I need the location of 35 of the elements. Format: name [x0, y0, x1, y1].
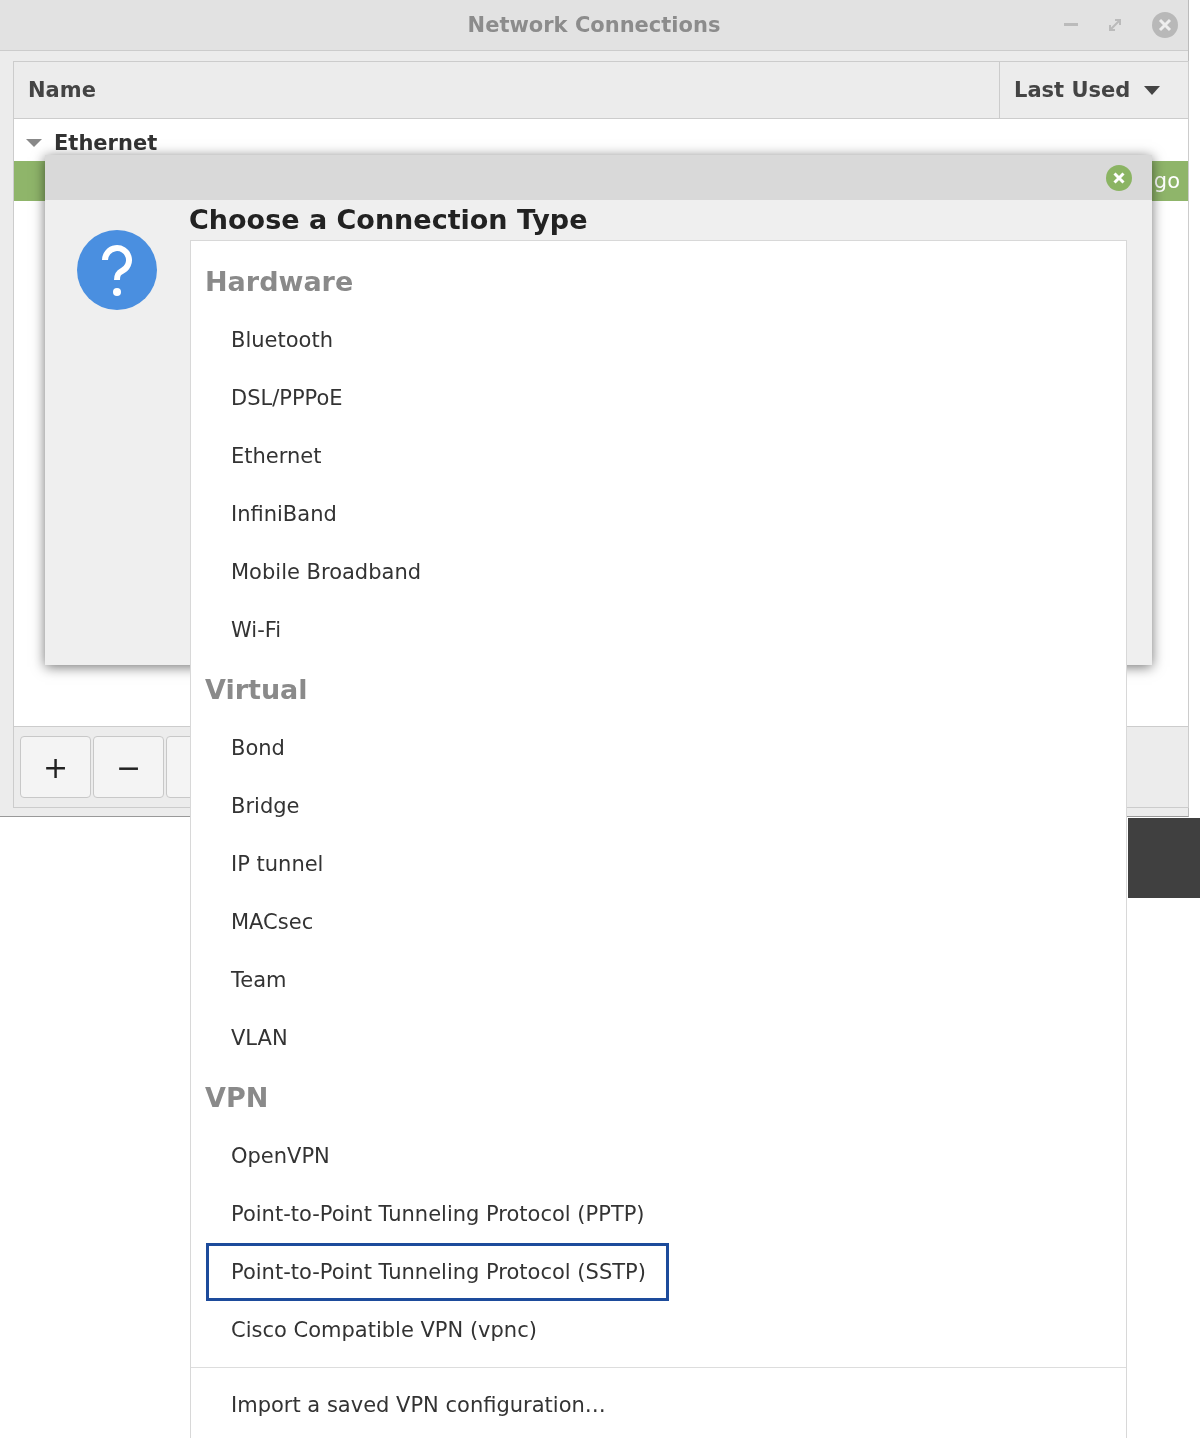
menu-item[interactable]: MACsec — [206, 893, 337, 951]
menu-item[interactable]: Wi-Fi — [206, 601, 305, 659]
menu-item[interactable]: Bluetooth — [206, 311, 356, 369]
window-title: Network Connections — [467, 13, 721, 37]
menu-item[interactable]: Bridge — [206, 777, 323, 835]
menu-item[interactable]: Point-to-Point Tunneling Protocol (SSTP) — [206, 1243, 669, 1301]
section-header: Virtual — [204, 672, 308, 707]
menu-item[interactable]: InfiniBand — [206, 485, 360, 543]
menu-item[interactable]: VLAN — [206, 1009, 311, 1067]
toolbar-button[interactable]: + — [20, 736, 91, 798]
menu-item[interactable]: DSL/PPPoE — [206, 369, 366, 427]
table-cell: go — [1153, 169, 1180, 193]
maximize-icon[interactable] — [1108, 18, 1122, 32]
menu-item[interactable]: Bond — [206, 719, 308, 777]
column-label: Name — [28, 78, 96, 102]
column-header[interactable]: Last Used — [999, 62, 1188, 118]
menu-item[interactable]: OpenVPN — [206, 1127, 353, 1185]
menu-item[interactable]: Import a saved VPN configuration… — [206, 1376, 629, 1434]
dialog-heading: Choose a Connection Type — [189, 206, 588, 235]
toolbar-button[interactable]: − — [93, 736, 164, 798]
section-header: Hardware — [204, 264, 354, 299]
column-label: Last Used — [1014, 78, 1131, 102]
menu-item[interactable]: Cisco Compatible VPN (vpnc) — [206, 1301, 560, 1359]
close-icon[interactable] — [1106, 164, 1132, 191]
minimize-icon[interactable] — [1064, 23, 1078, 27]
column-header[interactable]: Name — [14, 62, 999, 118]
menu-item[interactable]: Ethernet — [206, 427, 345, 485]
question-icon — [77, 230, 157, 310]
section-header: VPN — [204, 1080, 269, 1115]
menu-item[interactable]: Team — [206, 951, 310, 1009]
menu-item[interactable]: Point-to-Point Tunneling Protocol (PPTP) — [206, 1185, 668, 1243]
menu-item[interactable]: IP tunnel — [206, 835, 347, 893]
menu-item[interactable]: Mobile Broadband — [206, 543, 445, 601]
group-label: Ethernet — [54, 131, 158, 155]
close-icon[interactable] — [1152, 12, 1178, 38]
